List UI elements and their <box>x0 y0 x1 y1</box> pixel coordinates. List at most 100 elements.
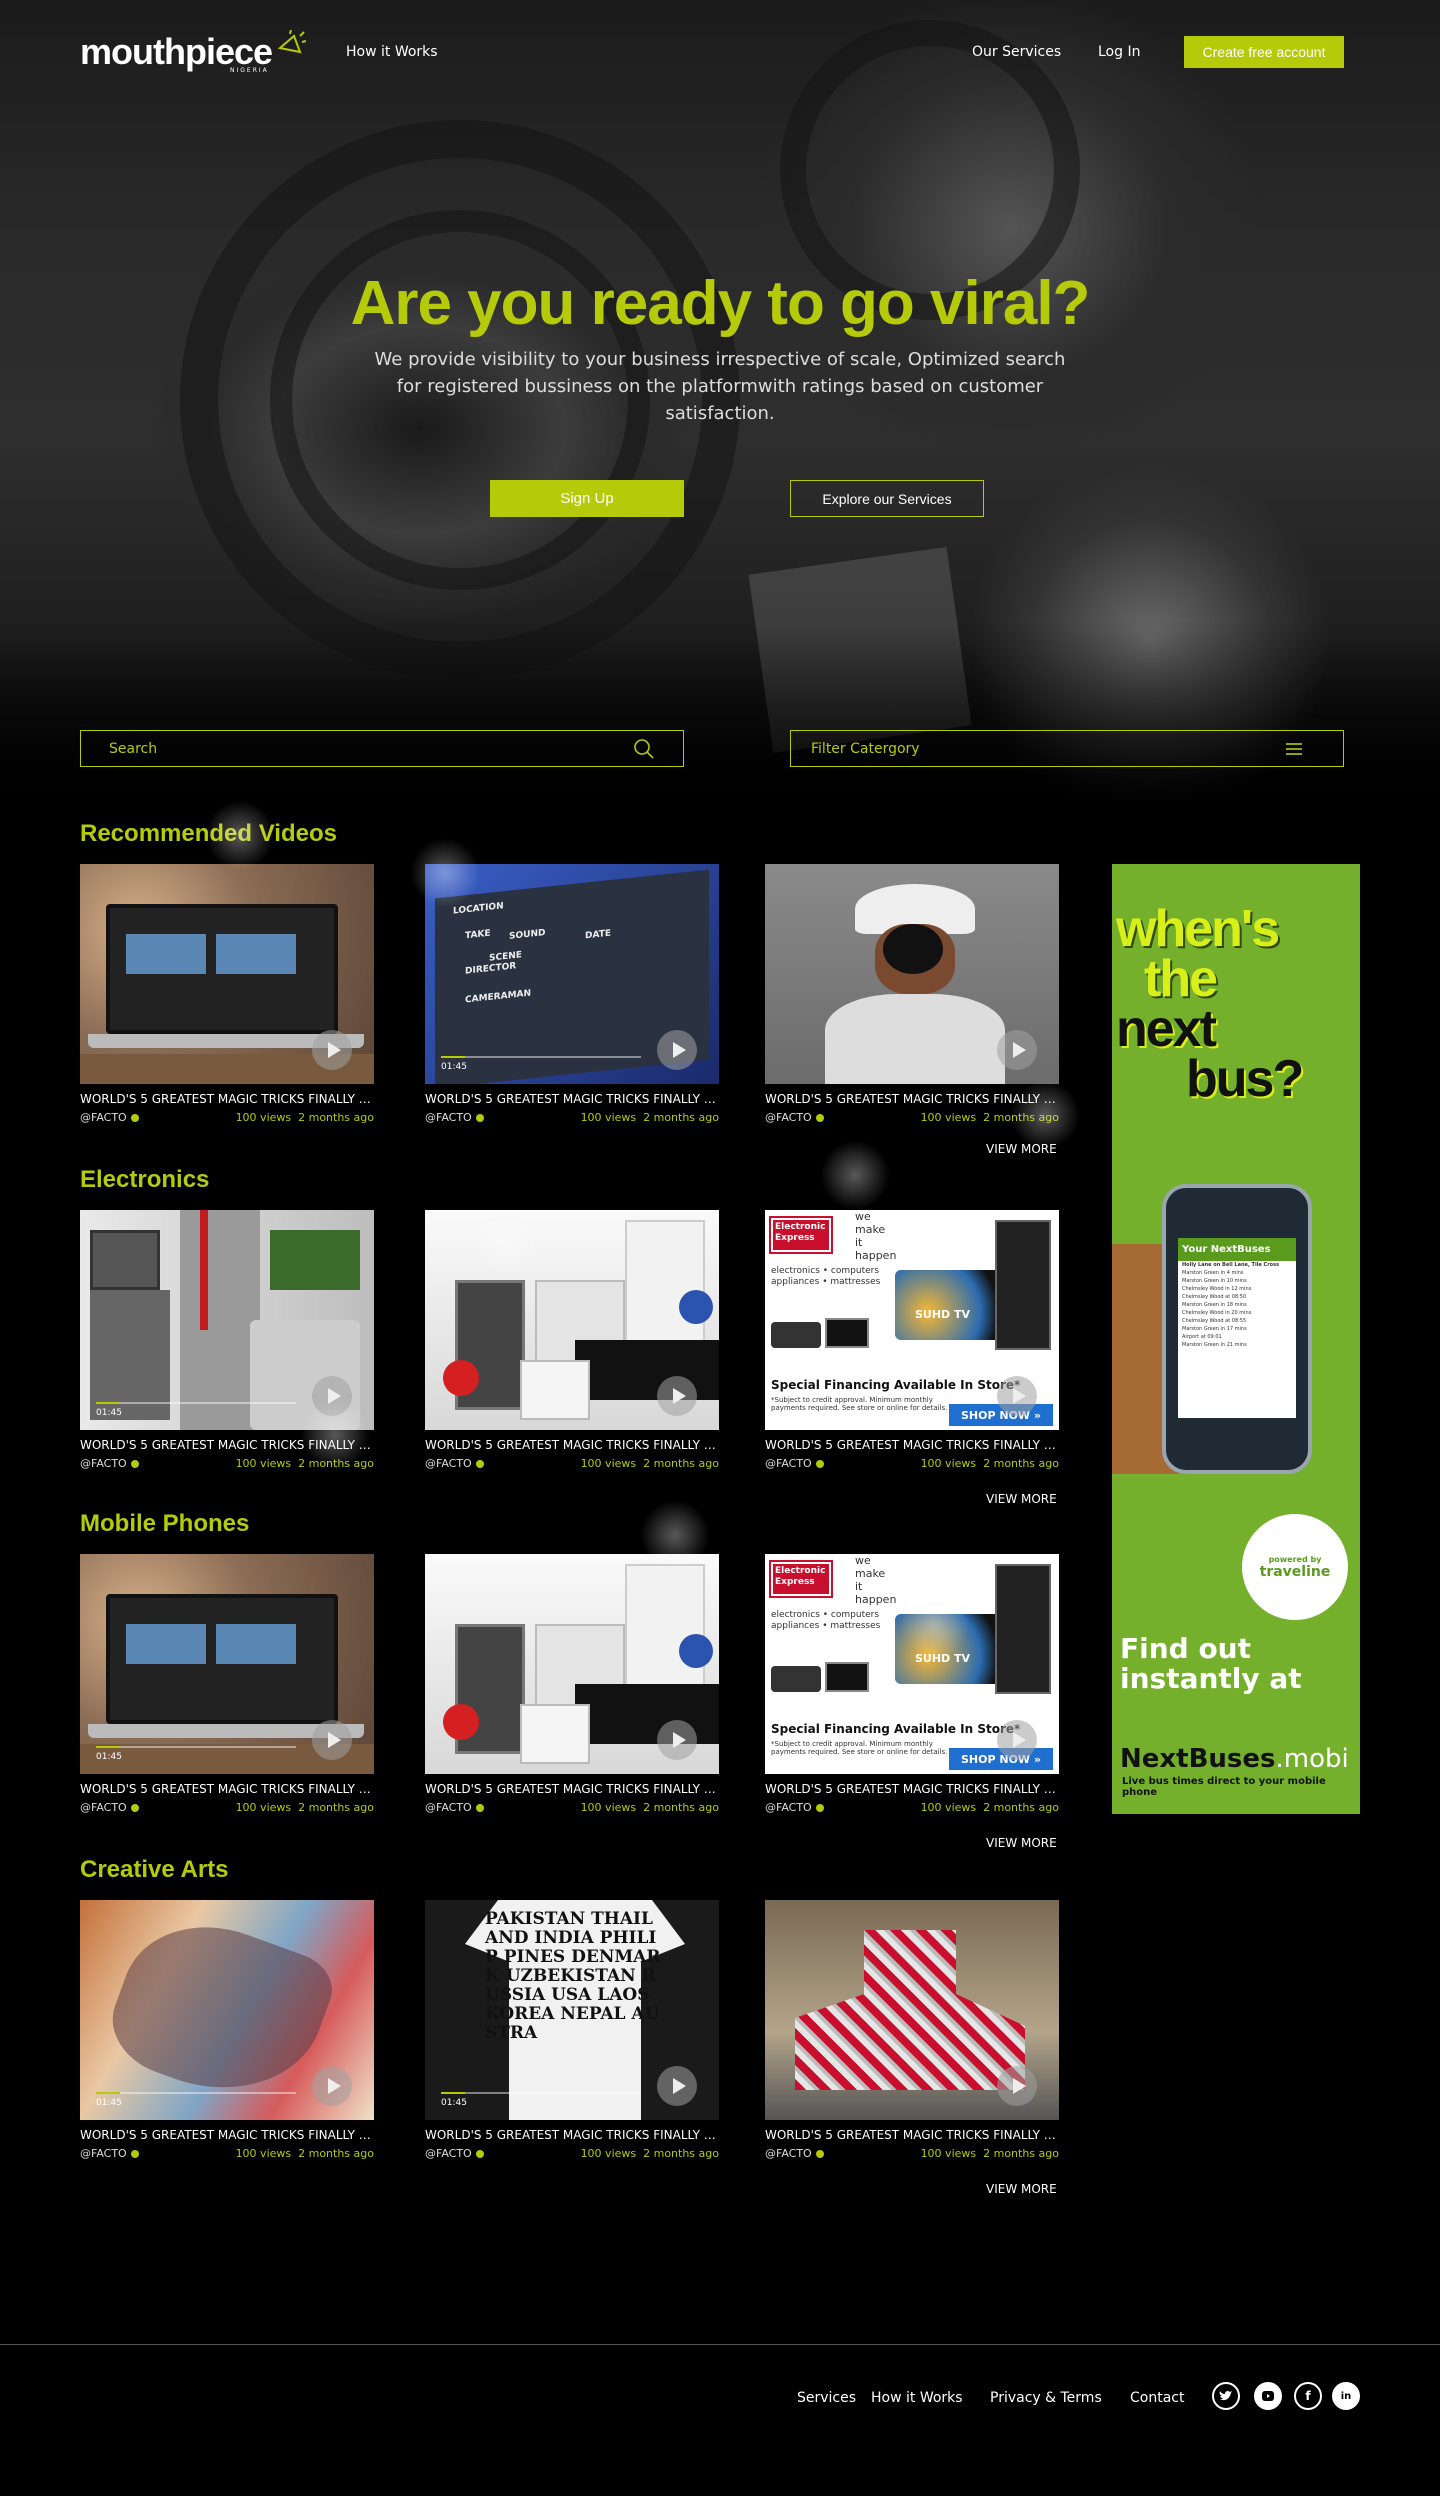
video-card[interactable]: 01:45 WORLD'S 5 GREATEST MAGIC TRICKS FI… <box>80 1554 374 1814</box>
play-icon[interactable] <box>312 1376 352 1416</box>
channel-name[interactable]: @FACTO <box>80 1111 139 1124</box>
video-thumbnail[interactable]: 01:45 <box>80 1554 374 1774</box>
play-icon[interactable] <box>657 2066 697 2106</box>
video-thumbnail[interactable]: 01:45 <box>80 1900 374 2120</box>
video-stats: 100 views 2 months ago <box>580 1111 719 1124</box>
view-more-link[interactable]: VIEW MORE <box>986 1142 1057 1156</box>
search-input[interactable]: Search <box>80 730 684 767</box>
nav-how-it-works[interactable]: How it Works <box>346 44 438 60</box>
ad-screen-row: Chelmsley Wood in 12 mins <box>1182 1286 1252 1292</box>
video-thumbnail[interactable]: Electronic Express we make it happen ele… <box>765 1554 1059 1774</box>
play-icon[interactable] <box>312 2066 352 2106</box>
channel-name[interactable]: @FACTO <box>765 2147 824 2160</box>
video-card[interactable]: LOCATION TAKE SOUND DATE SCENE DIRECTOR CAMERA… <box>425 864 719 1124</box>
play-icon[interactable] <box>997 1030 1037 1070</box>
video-card[interactable]: WORLD'S 5 GREATEST MAGIC TRICKS FINALLY … <box>80 864 374 1124</box>
linkedin-icon[interactable]: in <box>1332 2382 1360 2410</box>
video-card[interactable]: Electronic Express we make it happen ele… <box>765 1554 1059 1814</box>
create-account-button[interactable]: Create free account <box>1184 36 1344 68</box>
video-title[interactable]: WORLD'S 5 GREATEST MAGIC TRICKS FINALLY … <box>80 2128 374 2142</box>
video-thumbnail[interactable] <box>765 1900 1059 2120</box>
video-progress-bar[interactable] <box>96 1746 296 1748</box>
channel-name[interactable]: @FACTO <box>765 1111 824 1124</box>
play-icon[interactable] <box>657 1376 697 1416</box>
thumb-brand-text: Electronic Express <box>769 1560 833 1598</box>
search-icon[interactable] <box>633 738 655 760</box>
thumb-categories-text: electronics • computers appliances • mat… <box>771 1610 881 1631</box>
logo[interactable]: mouthpiece NIGERIA <box>80 30 307 76</box>
video-progress-bar[interactable] <box>441 1056 641 1058</box>
video-card[interactable]: Electronic Express we make it happen ele… <box>765 1210 1059 1470</box>
video-thumbnail[interactable]: PAKISTAN THAILAND INDIA PHILIP PINES DEN… <box>425 1900 719 2120</box>
channel-name[interactable]: @FACTO <box>765 1457 824 1470</box>
channel-name[interactable]: @FACTO <box>425 2147 484 2160</box>
nav-login[interactable]: Log In <box>1098 44 1140 60</box>
video-meta: @FACTO 100 views 2 months ago <box>765 1457 1059 1470</box>
video-title[interactable]: WORLD'S 5 GREATEST MAGIC TRICKS FINALLY … <box>765 1438 1059 1452</box>
play-icon[interactable] <box>312 1030 352 1070</box>
video-thumbnail[interactable]: LOCATION TAKE SOUND DATE SCENE DIRECTOR CAMERA… <box>425 864 719 1084</box>
play-icon[interactable] <box>657 1720 697 1760</box>
channel-name[interactable]: @FACTO <box>425 1457 484 1470</box>
footer-privacy-link[interactable]: Privacy & Terms <box>990 2390 1102 2406</box>
nav-our-services[interactable]: Our Services <box>972 44 1061 60</box>
video-title[interactable]: WORLD'S 5 GREATEST MAGIC TRICKS FINALLY … <box>425 1092 719 1106</box>
explore-services-button[interactable]: Explore our Services <box>790 480 984 517</box>
filter-category-select[interactable]: Filter Catergory <box>790 730 1344 767</box>
play-icon[interactable] <box>997 2066 1037 2106</box>
video-card[interactable]: 01:45 WORLD'S 5 GREATEST MAGIC TRICKS FI… <box>80 1210 374 1470</box>
video-card[interactable]: WORLD'S 5 GREATEST MAGIC TRICKS FINALLY … <box>765 1900 1059 2160</box>
channel-name[interactable]: @FACTO <box>80 2147 139 2160</box>
video-title[interactable]: WORLD'S 5 GREATEST MAGIC TRICKS FINALLY … <box>765 2128 1059 2142</box>
phone-screen: Your NextBuses Holly Lane on Bell Lane, … <box>1178 1238 1296 1418</box>
footer-services-link[interactable]: Services <box>797 2390 856 2406</box>
video-title[interactable]: WORLD'S 5 GREATEST MAGIC TRICKS FINALLY … <box>80 1438 374 1452</box>
video-thumbnail[interactable] <box>425 1210 719 1430</box>
video-thumbnail[interactable] <box>765 864 1059 1084</box>
video-progress-bar[interactable] <box>96 2092 296 2094</box>
ad-screen-row: Airport at 09:01 <box>1182 1334 1222 1340</box>
video-progress-bar[interactable] <box>441 2092 641 2094</box>
twitter-icon[interactable] <box>1212 2382 1240 2410</box>
channel-name[interactable]: @FACTO <box>80 1457 139 1470</box>
view-more-link[interactable]: VIEW MORE <box>986 1492 1057 1506</box>
verified-icon <box>815 1113 824 1122</box>
play-icon[interactable] <box>657 1030 697 1070</box>
play-icon[interactable] <box>997 1720 1037 1760</box>
video-card[interactable]: 01:45 WORLD'S 5 GREATEST MAGIC TRICKS FI… <box>80 1900 374 2160</box>
video-thumbnail[interactable]: Electronic Express we make it happen ele… <box>765 1210 1059 1430</box>
play-icon[interactable] <box>997 1376 1037 1416</box>
thumb-brand-text: Electronic Express <box>769 1216 833 1254</box>
video-title[interactable]: WORLD'S 5 GREATEST MAGIC TRICKS FINALLY … <box>80 1092 374 1106</box>
signup-button[interactable]: Sign Up <box>490 480 684 517</box>
video-title[interactable]: WORLD'S 5 GREATEST MAGIC TRICKS FINALLY … <box>425 2128 719 2142</box>
channel-name[interactable]: @FACTO <box>425 1801 484 1814</box>
video-thumbnail[interactable] <box>425 1554 719 1774</box>
play-icon[interactable] <box>312 1720 352 1760</box>
powered-by-label: powered by <box>1268 1554 1322 1564</box>
video-title[interactable]: WORLD'S 5 GREATEST MAGIC TRICKS FINALLY … <box>765 1092 1059 1106</box>
footer-how-it-works-link[interactable]: How it Works <box>871 2390 963 2406</box>
footer-contact-link[interactable]: Contact <box>1130 2390 1184 2406</box>
channel-name[interactable]: @FACTO <box>80 1801 139 1814</box>
view-more-link[interactable]: VIEW MORE <box>986 2182 1057 2196</box>
view-more-link[interactable]: VIEW MORE <box>986 1836 1057 1850</box>
channel-name[interactable]: @FACTO <box>425 1111 484 1124</box>
video-title[interactable]: WORLD'S 5 GREATEST MAGIC TRICKS FINALLY … <box>80 1782 374 1796</box>
video-card[interactable]: WORLD'S 5 GREATEST MAGIC TRICKS FINALLY … <box>425 1210 719 1470</box>
video-title[interactable]: WORLD'S 5 GREATEST MAGIC TRICKS FINALLY … <box>425 1438 719 1452</box>
youtube-icon[interactable] <box>1254 2382 1282 2410</box>
video-card[interactable]: WORLD'S 5 GREATEST MAGIC TRICKS FINALLY … <box>425 1554 719 1814</box>
nextbuses-ad[interactable]: when's the next bus? Your NextBuses Holl… <box>1112 864 1360 1814</box>
verified-icon <box>475 1459 484 1468</box>
channel-name[interactable]: @FACTO <box>765 1801 824 1814</box>
video-progress-bar[interactable] <box>96 1402 296 1404</box>
facebook-icon[interactable]: f <box>1294 2382 1322 2410</box>
video-thumbnail[interactable] <box>80 864 374 1084</box>
video-title[interactable]: WORLD'S 5 GREATEST MAGIC TRICKS FINALLY … <box>765 1782 1059 1796</box>
video-card[interactable]: PAKISTAN THAILAND INDIA PHILIP PINES DEN… <box>425 1900 719 2160</box>
menu-icon[interactable] <box>1285 742 1303 756</box>
video-card[interactable]: WORLD'S 5 GREATEST MAGIC TRICKS FINALLY … <box>765 864 1059 1124</box>
video-thumbnail[interactable]: 01:45 <box>80 1210 374 1430</box>
video-title[interactable]: WORLD'S 5 GREATEST MAGIC TRICKS FINALLY … <box>425 1782 719 1796</box>
